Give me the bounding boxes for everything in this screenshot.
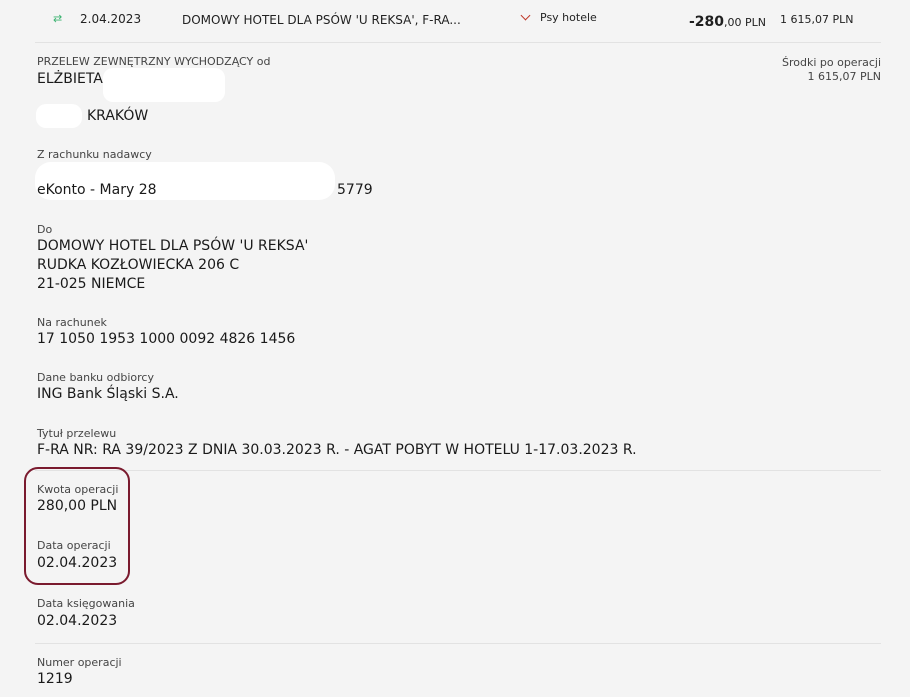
transaction-balance: 1 615,07 PLN [780,13,854,26]
amount-value: 280,00 PLN [37,498,118,514]
redacted-area [36,104,82,128]
transaction-amount: -280,00 PLN [689,11,766,30]
divider [35,42,881,43]
transaction-description: DOMOWY HOTEL DLA PSÓW 'U REKSA', F-RA... [182,13,461,27]
recipient-bank-value: ING Bank Śląski S.A. [37,386,179,402]
operation-date-label: Data operacji [37,539,111,552]
booking-date-label: Data księgowania [37,597,135,610]
transfer-title-value: F-RA NR: RA 39/2023 Z DNIA 30.03.2023 R.… [37,442,637,458]
sender-city: KRAKÓW [87,108,149,124]
funds-after-value: 1 615,07 PLN [807,70,881,83]
operation-number-value: 1219 [37,671,73,687]
redacted-area [103,68,225,102]
transfer-type-label: PRZELEW ZEWNĘTRZNY WYCHODZĄCY od [37,55,271,68]
booking-date-value: 02.04.2023 [37,613,118,629]
amount-main: -280 [689,14,725,30]
recipient-name: DOMOWY HOTEL DLA PSÓW 'U REKSA' [37,238,309,254]
sender-name: ELŻBIETA [37,71,103,87]
recipient-bank-label: Dane banku odbiorcy [37,371,154,384]
transfer-icon: ⇄ [53,12,63,25]
from-account-label: Z rachunku nadawcy [37,148,152,161]
from-account-name: eKonto - Mary 28 [37,182,157,198]
transaction-category[interactable]: Psy hotele [540,11,597,24]
transaction-date: 2.04.2023 [80,12,142,26]
divider [35,643,881,644]
to-label: Do [37,223,53,236]
from-account-suffix: 5779 [337,182,373,198]
operation-number-label: Numer operacji [37,656,122,669]
chevron-down-icon[interactable] [520,10,531,21]
transfer-title-label: Tytuł przelewu [37,427,117,440]
recipient-city: 21-025 NIEMCE [37,276,146,292]
divider [35,470,881,471]
to-account-label: Na rachunek [37,316,107,329]
operation-date-value: 02.04.2023 [37,555,118,571]
to-account-number: 17 1050 1953 1000 0092 4826 1456 [37,331,296,347]
funds-after-label: Środki po operacji [781,56,881,69]
amount-label: Kwota operacji [37,483,119,496]
recipient-street: RUDKA KOZŁOWIECKA 206 C [37,257,240,273]
amount-decimals: ,00 PLN [724,16,767,29]
